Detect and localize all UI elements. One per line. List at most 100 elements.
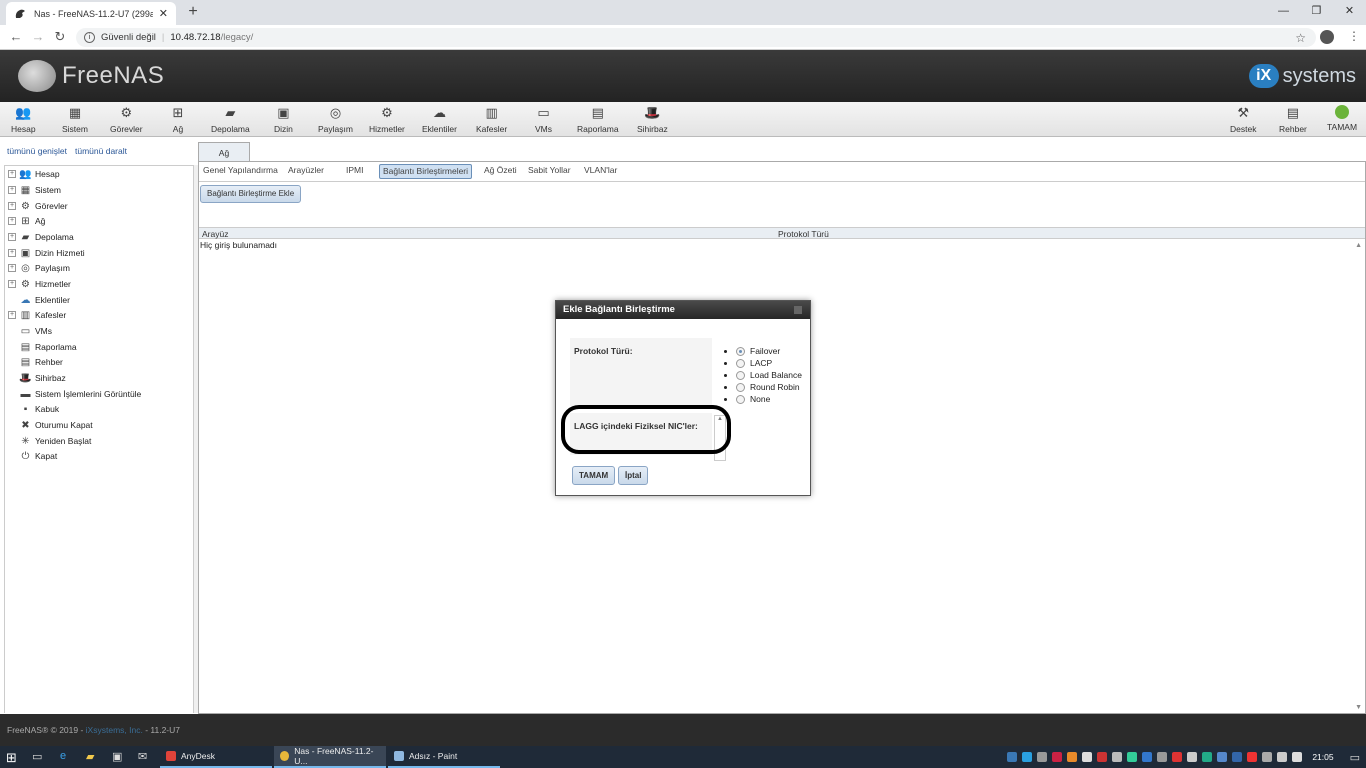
tree-item-shutdown[interactable]: ⏻ Kapat [5,449,58,463]
edge-browser-icon[interactable]: e [60,750,66,762]
forward-icon[interactable]: → [30,29,46,44]
collapse-all-link[interactable]: tümünü daralt [75,146,127,156]
tray-network-icon[interactable] [1277,752,1288,762]
scroll-down-icon[interactable]: ▼ [1355,704,1362,711]
tray-app-icon[interactable] [1142,752,1153,762]
tree-item-storage[interactable]: + ▰ Depolama [5,230,74,244]
subtab-global-config[interactable]: Genel Yapılandırma [200,164,281,179]
toolbar-network[interactable]: ⊞ Ağ [170,105,186,134]
toolbar-support[interactable]: ⚒ Destek [1230,105,1256,134]
column-protocol[interactable]: Protokol Türü [778,229,829,239]
tree-item-reboot[interactable]: ✳ Yeniden Başlat [5,434,91,448]
ixsystems-link[interactable]: iXsystems, Inc. [86,725,143,735]
tree-item-process-list[interactable]: ▬ Sistem İşlemlerini Görüntüle [5,387,142,401]
tree-item-sharing[interactable]: + ◎ Paylaşım [5,261,70,275]
task-view-icon[interactable]: ▭ [32,750,42,763]
tab-network[interactable]: Ağ [198,142,250,162]
toolbar-account[interactable]: 👥 Hesap [11,105,36,134]
taskbar-app-paint[interactable]: Adsız - Paint [388,746,500,768]
minimize-icon[interactable]: — [1267,0,1300,22]
toolbar-plugins[interactable]: ☁ Eklentiler [422,105,457,134]
expand-icon[interactable]: + [8,311,16,319]
tray-app-icon[interactable] [1187,752,1198,762]
browser-menu-icon[interactable]: ⋮ [1348,29,1360,43]
radio-round-robin[interactable]: Round Robin [724,381,802,393]
tray-app-icon[interactable] [1067,752,1078,762]
radio-button[interactable] [736,346,745,356]
radio-button[interactable] [736,370,745,380]
toolbar-storage[interactable]: ▰ Depolama [211,105,250,134]
subtab-static-routes[interactable]: Sabit Yollar [525,164,574,179]
windows-start-icon[interactable]: ⊞ [6,750,17,766]
expand-icon[interactable]: + [8,202,16,210]
ok-button[interactable]: TAMAM [572,466,616,485]
radio-button[interactable] [736,358,745,368]
toolbar-alert[interactable]: TAMAM [1327,105,1357,132]
toolbar-services[interactable]: ⚙ Hizmetler [369,105,405,134]
notification-icon[interactable]: ▭ [1350,751,1360,764]
tray-app-icon[interactable] [1202,752,1213,762]
store-icon[interactable]: ▣ [112,750,122,763]
tray-app-icon[interactable] [1052,752,1063,762]
radio-button[interactable] [736,382,745,392]
address-bar[interactable]: i Güvenli değil | 10.48.72.18 /legacy/ ☆ [76,28,1316,47]
expand-icon[interactable]: + [8,249,16,257]
tray-app-icon[interactable] [1157,752,1168,762]
new-tab-icon[interactable]: + [184,3,202,21]
tree-item-vms[interactable]: ▭ VMs [5,324,52,338]
toolbar-tasks[interactable]: ⚙ Görevler [110,105,143,134]
expand-icon[interactable]: + [8,233,16,241]
tray-app-icon[interactable] [1127,752,1138,762]
tray-skype-icon[interactable] [1022,752,1033,762]
toolbar-jails[interactable]: ▥ Kafesler [476,105,507,134]
tray-app-icon[interactable] [1097,752,1108,762]
tray-app-icon[interactable] [1172,752,1183,762]
tree-item-account[interactable]: + 👥 Hesap [5,167,60,181]
subtab-interfaces[interactable]: Arayüzler [285,164,327,179]
bookmark-star-icon[interactable]: ☆ [1295,31,1306,45]
tray-app-icon[interactable] [1112,752,1123,762]
tray-speaker-icon[interactable] [1292,752,1303,762]
taskbar-clock[interactable]: 21:05 [1312,752,1333,762]
radio-failover[interactable]: Failover [724,345,802,357]
toolbar-sharing[interactable]: ◎ Paylaşım [318,105,353,134]
tree-item-reporting[interactable]: ▤ Raporlama [5,340,77,354]
tree-item-directory[interactable]: + ▣ Dizin Hizmeti [5,246,85,260]
toolbar-directory[interactable]: ▣ Dizin [274,105,293,134]
expand-icon[interactable]: + [8,280,16,288]
tray-app-icon[interactable] [1232,752,1243,762]
tree-item-tasks[interactable]: + ⚙ Görevler [5,199,68,213]
tree-item-guide[interactable]: ▤ Rehber [5,355,63,369]
radio-button[interactable] [736,394,745,404]
subtab-vlans[interactable]: VLAN'lar [581,164,620,179]
file-explorer-icon[interactable]: ▰ [86,750,94,763]
column-interface[interactable]: Arayüz [202,229,228,239]
tray-app-icon[interactable] [1082,752,1093,762]
toolbar-system[interactable]: ▦ Sistem [62,105,88,134]
tree-item-network[interactable]: + ⊞ Ağ [5,214,45,228]
subtab-ipmi[interactable]: IPMI [343,164,366,179]
mail-icon[interactable]: ✉ [138,750,147,763]
reload-icon[interactable]: ↻ [52,29,68,45]
subtab-network-summary[interactable]: Ağ Özeti [481,164,520,179]
toolbar-guide[interactable]: ▤ Rehber [1279,105,1307,134]
expand-icon[interactable]: + [8,186,16,194]
tree-item-plugins[interactable]: ☁ Eklentiler [5,293,70,307]
expand-icon[interactable]: + [8,264,16,272]
back-icon[interactable]: ← [8,29,24,44]
taskbar-app-anydesk[interactable]: AnyDesk [160,746,272,768]
radio-load-balance[interactable]: Load Balance [724,369,802,381]
browser-tab[interactable]: Nas - FreeNAS-11.2-U7 (299a0a ✕ [6,2,176,25]
expand-icon[interactable]: + [8,217,16,225]
tray-chevron-icon[interactable] [1262,752,1273,762]
close-tab-icon[interactable]: ✕ [159,7,168,20]
info-icon[interactable]: i [84,32,95,43]
dialog-close-icon[interactable] [794,306,802,314]
toolbar-wizard[interactable]: 🎩 Sihirbaz [637,105,668,134]
close-window-icon[interactable]: ✕ [1333,0,1366,22]
tree-item-services[interactable]: + ⚙ Hizmetler [5,277,71,291]
tray-security-icon[interactable] [1007,752,1018,762]
restore-icon[interactable]: ❐ [1300,0,1333,22]
tree-item-jails[interactable]: + ▥ Kafesler [5,308,66,322]
taskbar-app-chrome[interactable]: Nas - FreeNAS-11.2-U... [274,746,386,768]
